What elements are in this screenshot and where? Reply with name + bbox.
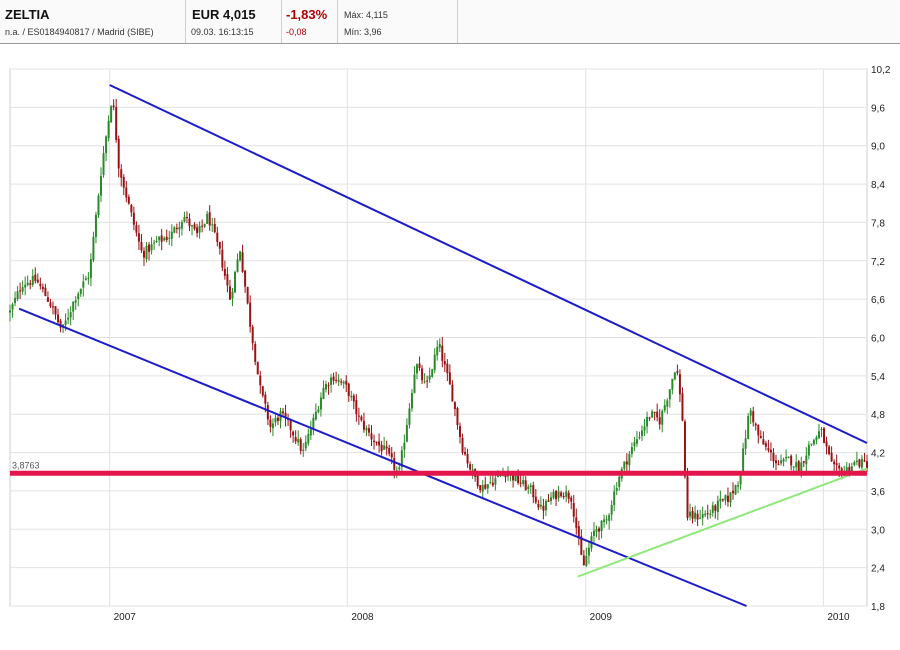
y-tick-label: 9,6 <box>871 103 885 114</box>
y-tick-label: 8,4 <box>871 180 885 191</box>
candle <box>246 286 249 305</box>
candle <box>239 250 242 262</box>
y-tick-label: 6,6 <box>871 295 885 306</box>
x-tick-label: 2009 <box>590 612 613 623</box>
candle <box>673 371 676 381</box>
y-tick-label: 2,4 <box>871 564 885 575</box>
candle <box>683 419 686 479</box>
candle <box>254 341 257 366</box>
candle <box>256 361 259 375</box>
x-tick-label: 2007 <box>114 612 137 623</box>
y-tick-label: 4,8 <box>871 410 885 421</box>
y-tick-label: 4,2 <box>871 449 885 460</box>
candle <box>110 105 113 124</box>
candle <box>747 413 750 440</box>
support-level-label: 3,8763 <box>12 460 40 470</box>
x-tick-label: 2010 <box>827 612 850 623</box>
candle <box>431 368 434 379</box>
price-chart: 3,8763 10,2 9,6 9,0 8,4 7,8 7,2 6,6 6,0 5,4 4,8 4,… <box>9 65 891 623</box>
y-tick-label: 1,8 <box>871 602 885 613</box>
candle <box>823 426 826 444</box>
y-tick-label: 7,2 <box>871 257 885 268</box>
y-tick-label: 7,8 <box>871 218 885 229</box>
x-axis-ticks: 2007 2008 2009 2010 <box>114 612 850 623</box>
candle <box>233 270 236 294</box>
y-tick-label: 6,0 <box>871 334 885 345</box>
candle <box>97 193 100 218</box>
x-tick-label: 2008 <box>351 612 374 623</box>
y-tick-label: 9,0 <box>871 142 885 153</box>
y-tick-label: 5,4 <box>871 372 885 383</box>
y-tick-label: 10,2 <box>871 65 891 76</box>
y-tick-label: 3,6 <box>871 487 885 498</box>
y-axis-ticks: 10,2 9,6 9,0 8,4 7,8 7,2 6,6 6,0 5,4 4,8 4,2 3,6 3,0… <box>871 65 891 613</box>
y-tick-label: 3,0 <box>871 525 885 536</box>
candle <box>734 484 737 496</box>
